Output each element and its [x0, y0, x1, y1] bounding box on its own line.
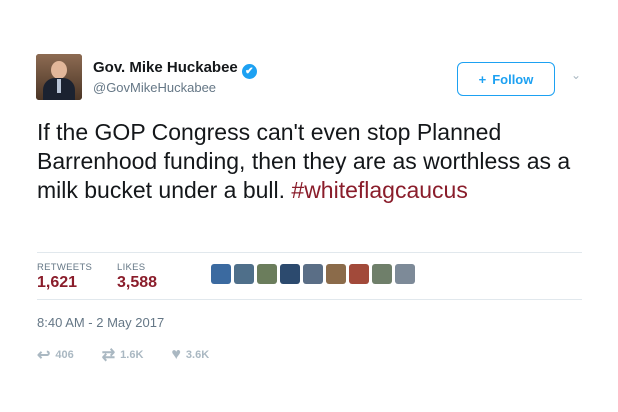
- follow-user-icon: +: [478, 71, 487, 87]
- divider-top: [37, 252, 582, 253]
- retweet-count: 1.6K: [120, 349, 144, 361]
- tweet-text: If the GOP Congress can't even stop Plan…: [37, 118, 597, 205]
- retweets-count[interactable]: 1,621: [37, 274, 77, 292]
- reply-icon: ↩: [37, 347, 51, 364]
- divider-bottom: [37, 299, 582, 300]
- likes-label: LIKES: [117, 262, 146, 273]
- author-name[interactable]: Gov. Mike Huckabee ✔: [93, 59, 257, 79]
- retweet-button[interactable]: ⇄ 1.6K: [102, 345, 144, 365]
- liker-avatar[interactable]: [257, 264, 277, 284]
- liker-avatars: [211, 264, 415, 284]
- liker-avatar[interactable]: [395, 264, 415, 284]
- liker-avatar[interactable]: [326, 264, 346, 284]
- liker-avatar[interactable]: [372, 264, 392, 284]
- avatar[interactable]: [36, 54, 82, 100]
- reply-button[interactable]: ↩ 406: [37, 345, 74, 365]
- reply-count: 406: [55, 349, 74, 361]
- liker-avatar[interactable]: [303, 264, 323, 284]
- like-count: 3.6K: [185, 349, 210, 361]
- hashtag-link[interactable]: #whiteflagcaucus: [291, 177, 467, 203]
- author-handle[interactable]: @GovMikeHuckabee: [93, 80, 216, 95]
- tweet-timestamp[interactable]: 8:40 AM - 2 May 2017: [37, 315, 164, 330]
- liker-avatar[interactable]: [280, 264, 300, 284]
- retweets-label: RETWEETS: [37, 262, 93, 273]
- liker-avatar[interactable]: [234, 264, 254, 284]
- chevron-down-icon[interactable]: ⌄: [569, 68, 583, 82]
- like-button[interactable]: ♥ 3.6K: [171, 346, 209, 364]
- liker-avatar[interactable]: [211, 264, 231, 284]
- author-name-text[interactable]: Gov. Mike Huckabee: [93, 59, 238, 76]
- verified-badge-icon: ✔: [241, 64, 257, 79]
- tweet-actions: ↩ 406 ⇄ 1.6K ♥ 3.6K: [37, 345, 237, 365]
- heart-icon: ♥: [171, 346, 181, 363]
- follow-label: Follow: [492, 71, 534, 87]
- tweet-card: Gov. Mike Huckabee ✔ @GovMikeHuckabee + F…: [0, 0, 618, 412]
- retweet-icon: ⇄: [101, 347, 116, 364]
- likes-count[interactable]: 3,588: [117, 274, 157, 292]
- liker-avatar[interactable]: [349, 264, 369, 284]
- follow-button[interactable]: + Follow: [457, 62, 555, 96]
